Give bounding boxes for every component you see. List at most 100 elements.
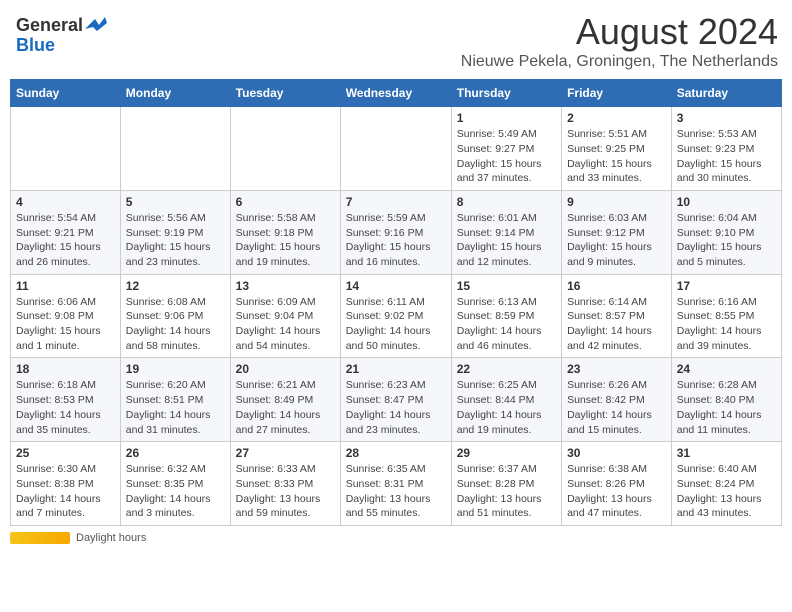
day-info: Sunrise: 6:13 AM Sunset: 8:59 PM Dayligh… [457, 295, 556, 354]
day-info: Sunrise: 5:56 AM Sunset: 9:19 PM Dayligh… [126, 211, 225, 270]
day-number: 4 [16, 195, 115, 209]
day-number: 14 [346, 279, 446, 293]
day-number: 1 [457, 111, 556, 125]
day-info: Sunrise: 6:20 AM Sunset: 8:51 PM Dayligh… [126, 378, 225, 437]
calendar-cell: 8Sunrise: 6:01 AM Sunset: 9:14 PM Daylig… [451, 190, 561, 274]
day-info: Sunrise: 6:32 AM Sunset: 8:35 PM Dayligh… [126, 462, 225, 521]
week-row-1: 1 Sunrise: 5:49 AM Sunset: 9:27 PM Daylig… [11, 107, 782, 191]
calendar-cell: 3Sunrise: 5:53 AM Sunset: 9:23 PM Daylig… [671, 107, 781, 191]
week-row-5: 25 Sunrise: 6:30 AM Sunset: 8:38 PM Dayli… [11, 442, 782, 526]
day-info: Sunrise: 6:21 AM Sunset: 8:49 PM Dayligh… [236, 378, 335, 437]
day-number: 19 [126, 362, 225, 376]
weekday-header-sunday: Sunday [11, 80, 121, 107]
weekday-header-row: SundayMondayTuesdayWednesdayThursdayFrid… [11, 80, 782, 107]
calendar-table: SundayMondayTuesdayWednesdayThursdayFrid… [10, 79, 782, 526]
weekday-header-wednesday: Wednesday [340, 80, 451, 107]
day-number: 9 [567, 195, 666, 209]
day-info: Sunrise: 5:58 AM Sunset: 9:18 PM Dayligh… [236, 211, 335, 270]
page-title: August 2024 [461, 10, 778, 53]
day-number: 29 [457, 446, 556, 460]
weekday-header-tuesday: Tuesday [230, 80, 340, 107]
day-info: Sunrise: 6:30 AM Sunset: 8:38 PM Dayligh… [16, 462, 115, 521]
day-info: Sunrise: 6:14 AM Sunset: 8:57 PM Dayligh… [567, 295, 666, 354]
calendar-cell: 14 Sunrise: 6:11 AM Sunset: 9:02 PM Dayli… [340, 274, 451, 358]
week-row-4: 18 Sunrise: 6:18 AM Sunset: 8:53 PM Dayli… [11, 358, 782, 442]
day-info: Sunrise: 6:28 AM Sunset: 8:40 PM Dayligh… [677, 378, 776, 437]
day-number: 23 [567, 362, 666, 376]
day-info: Sunrise: 6:08 AM Sunset: 9:06 PM Dayligh… [126, 295, 225, 354]
calendar-cell: 23 Sunrise: 6:26 AM Sunset: 8:42 PM Dayli… [562, 358, 672, 442]
calendar-cell: 4Sunrise: 5:54 AM Sunset: 9:21 PM Daylig… [11, 190, 121, 274]
day-number: 11 [16, 279, 115, 293]
calendar-cell: 6 Sunrise: 5:58 AM Sunset: 9:18 PM Daylig… [230, 190, 340, 274]
calendar-cell [11, 107, 121, 191]
calendar-cell: 10 Sunrise: 6:04 AM Sunset: 9:10 PM Dayli… [671, 190, 781, 274]
day-info: Sunrise: 6:37 AM Sunset: 8:28 PM Dayligh… [457, 462, 556, 521]
day-info: Sunrise: 6:06 AM Sunset: 9:08 PM Dayligh… [16, 295, 115, 354]
calendar-cell: 9 Sunrise: 6:03 AM Sunset: 9:12 PM Daylig… [562, 190, 672, 274]
day-info: Sunrise: 6:04 AM Sunset: 9:10 PM Dayligh… [677, 211, 776, 270]
day-info: Sunrise: 6:26 AM Sunset: 8:42 PM Dayligh… [567, 378, 666, 437]
calendar-cell: 21 Sunrise: 6:23 AM Sunset: 8:47 PM Dayli… [340, 358, 451, 442]
day-number: 22 [457, 362, 556, 376]
daylight-label: Daylight hours [76, 532, 146, 544]
day-number: 26 [126, 446, 225, 460]
day-number: 15 [457, 279, 556, 293]
day-number: 28 [346, 446, 446, 460]
logo-blue: Blue [16, 36, 55, 56]
calendar-cell: 15 Sunrise: 6:13 AM Sunset: 8:59 PM Dayli… [451, 274, 561, 358]
calendar-cell: 18 Sunrise: 6:18 AM Sunset: 8:53 PM Dayli… [11, 358, 121, 442]
day-number: 30 [567, 446, 666, 460]
day-info: Sunrise: 6:35 AM Sunset: 8:31 PM Dayligh… [346, 462, 446, 521]
day-info: Sunrise: 5:51 AM Sunset: 9:25 PM Dayligh… [567, 127, 666, 186]
day-number: 12 [126, 279, 225, 293]
calendar-cell: 16 Sunrise: 6:14 AM Sunset: 8:57 PM Dayli… [562, 274, 672, 358]
calendar-cell: 26 Sunrise: 6:32 AM Sunset: 8:35 PM Dayli… [120, 442, 230, 526]
day-number: 13 [236, 279, 335, 293]
calendar-cell [230, 107, 340, 191]
day-info: Sunrise: 6:38 AM Sunset: 8:26 PM Dayligh… [567, 462, 666, 521]
calendar-cell: 1 Sunrise: 5:49 AM Sunset: 9:27 PM Daylig… [451, 107, 561, 191]
day-number: 7 [346, 195, 446, 209]
day-number: 18 [16, 362, 115, 376]
calendar-cell: 17Sunrise: 6:16 AM Sunset: 8:55 PM Dayli… [671, 274, 781, 358]
logo: General Blue [10, 10, 113, 62]
day-number: 27 [236, 446, 335, 460]
day-info: Sunrise: 6:23 AM Sunset: 8:47 PM Dayligh… [346, 378, 446, 437]
day-number: 6 [236, 195, 335, 209]
calendar-cell [340, 107, 451, 191]
day-info: Sunrise: 6:33 AM Sunset: 8:33 PM Dayligh… [236, 462, 335, 521]
calendar-cell: 22 Sunrise: 6:25 AM Sunset: 8:44 PM Dayli… [451, 358, 561, 442]
title-area: August 2024 Nieuwe Pekela, Groningen, Th… [461, 10, 782, 71]
day-info: Sunrise: 6:01 AM Sunset: 9:14 PM Dayligh… [457, 211, 556, 270]
day-info: Sunrise: 6:25 AM Sunset: 8:44 PM Dayligh… [457, 378, 556, 437]
day-number: 16 [567, 279, 666, 293]
calendar-cell: 5 Sunrise: 5:56 AM Sunset: 9:19 PM Daylig… [120, 190, 230, 274]
calendar-cell: 31Sunrise: 6:40 AM Sunset: 8:24 PM Dayli… [671, 442, 781, 526]
weekday-header-saturday: Saturday [671, 80, 781, 107]
calendar-cell: 30 Sunrise: 6:38 AM Sunset: 8:26 PM Dayli… [562, 442, 672, 526]
day-info: Sunrise: 5:49 AM Sunset: 9:27 PM Dayligh… [457, 127, 556, 186]
calendar-cell: 13Sunrise: 6:09 AM Sunset: 9:04 PM Dayli… [230, 274, 340, 358]
day-number: 31 [677, 446, 776, 460]
footer: Daylight hours [10, 532, 782, 544]
calendar-cell: 11 Sunrise: 6:06 AM Sunset: 9:08 PM Dayli… [11, 274, 121, 358]
calendar-cell: 24 Sunrise: 6:28 AM Sunset: 8:40 PM Dayli… [671, 358, 781, 442]
day-info: Sunrise: 6:11 AM Sunset: 9:02 PM Dayligh… [346, 295, 446, 354]
weekday-header-friday: Friday [562, 80, 672, 107]
calendar-cell: 28 Sunrise: 6:35 AM Sunset: 8:31 PM Dayli… [340, 442, 451, 526]
calendar-cell: 25 Sunrise: 6:30 AM Sunset: 8:38 PM Dayli… [11, 442, 121, 526]
day-number: 17 [677, 279, 776, 293]
day-info: Sunrise: 6:03 AM Sunset: 9:12 PM Dayligh… [567, 211, 666, 270]
day-number: 21 [346, 362, 446, 376]
weekday-header-thursday: Thursday [451, 80, 561, 107]
day-number: 24 [677, 362, 776, 376]
day-number: 5 [126, 195, 225, 209]
day-number: 3 [677, 111, 776, 125]
calendar-cell: 12 Sunrise: 6:08 AM Sunset: 9:06 PM Dayli… [120, 274, 230, 358]
day-number: 25 [16, 446, 115, 460]
day-number: 10 [677, 195, 776, 209]
day-info: Sunrise: 6:18 AM Sunset: 8:53 PM Dayligh… [16, 378, 115, 437]
calendar-cell [120, 107, 230, 191]
calendar-cell: 2Sunrise: 5:51 AM Sunset: 9:25 PM Daylig… [562, 107, 672, 191]
